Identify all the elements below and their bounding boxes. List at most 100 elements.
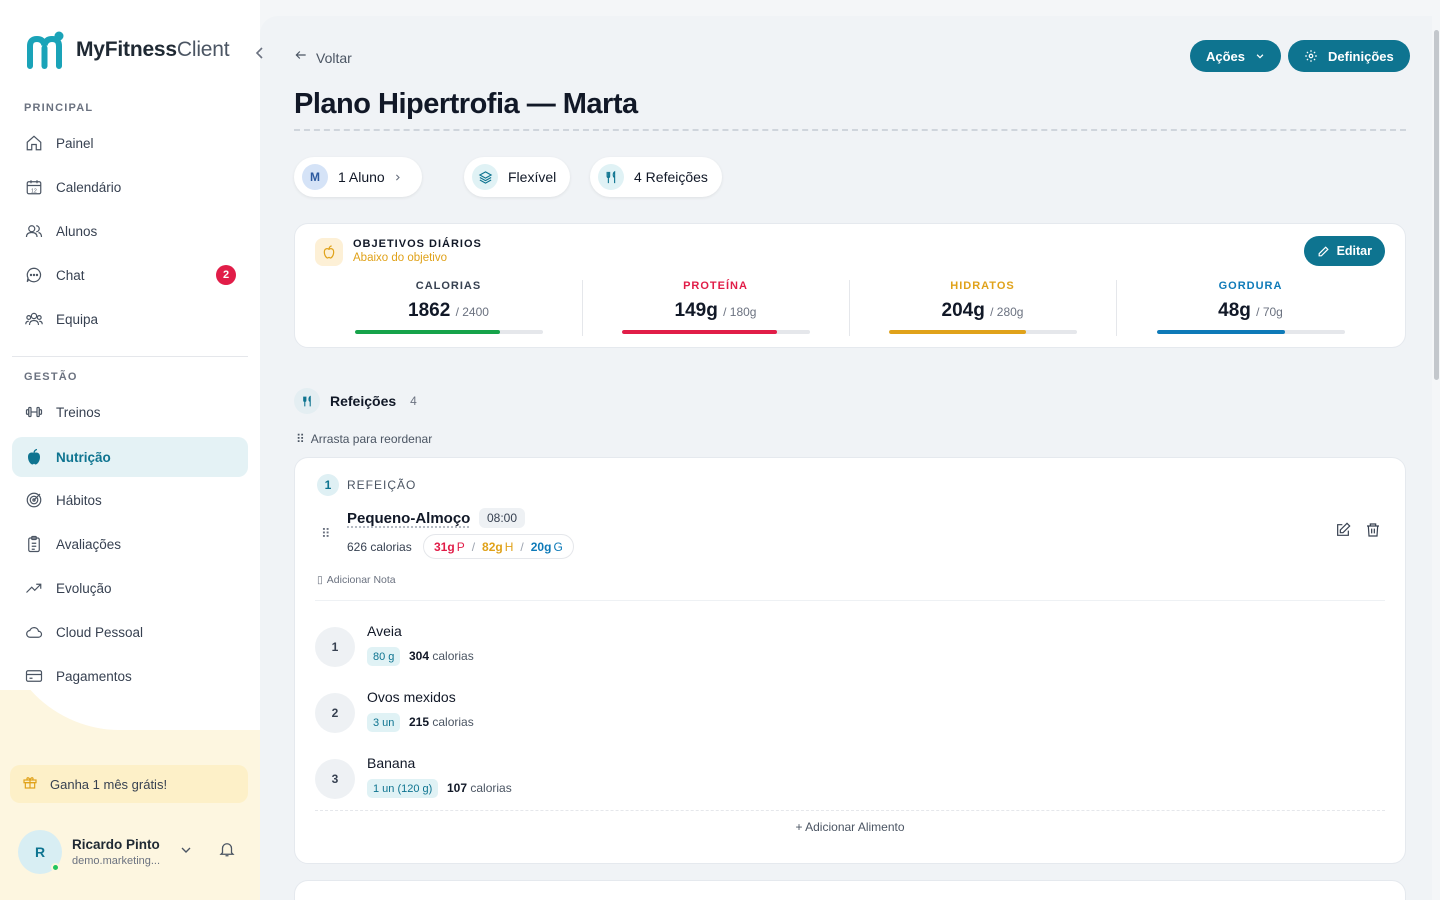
sidebar-item-treinos[interactable]: Treinos bbox=[12, 392, 248, 432]
progress-fill bbox=[888, 330, 1026, 334]
metric-target: / 70g bbox=[1256, 305, 1283, 319]
settings-button[interactable]: Definições bbox=[1288, 40, 1410, 72]
back-label: Voltar bbox=[316, 49, 352, 66]
sidebar-item-cloud[interactable]: Cloud Pessoal bbox=[12, 612, 248, 652]
metric-name: HIDRATOS bbox=[950, 280, 1015, 292]
scrollbar[interactable] bbox=[1432, 16, 1440, 900]
macro-protein: 31g bbox=[434, 539, 455, 554]
drag-hint: ⠿ Arrasta para reordenar bbox=[296, 432, 432, 446]
logo-icon bbox=[26, 30, 70, 70]
chevron-down-icon bbox=[1255, 49, 1265, 64]
next-meal-card bbox=[294, 880, 1406, 900]
food-kcal-unit: calorias bbox=[470, 781, 512, 795]
sidebar-item-label: Hábitos bbox=[56, 492, 102, 508]
sidebar-item-evolucao[interactable]: Evolução bbox=[12, 568, 248, 608]
sidebar-item-alunos[interactable]: Alunos bbox=[12, 211, 248, 251]
macro-fat-unit: G bbox=[553, 539, 563, 554]
sidebar-item-pagamentos[interactable]: Pagamentos bbox=[12, 656, 248, 696]
chevron-down-icon[interactable] bbox=[178, 842, 194, 863]
user-name: Ricardo Pinto bbox=[72, 837, 160, 852]
food-kcal-value: 304 bbox=[409, 649, 430, 663]
meal-actions bbox=[1335, 522, 1381, 543]
food-kcal-value: 107 bbox=[447, 781, 468, 795]
sidebar-item-avaliacoes[interactable]: Avaliações bbox=[12, 524, 248, 564]
sidebar: MyFitnessClient PRINCIPAL Painel 12 Cale… bbox=[0, 0, 260, 900]
sidebar-item-label: Chat bbox=[56, 267, 85, 283]
users-icon bbox=[24, 221, 44, 241]
target-icon bbox=[24, 490, 44, 510]
avatar-initial: R bbox=[34, 844, 46, 860]
objectives-title: OBJETIVOS DIÁRIOS bbox=[353, 238, 482, 250]
note-icon: ▯ bbox=[317, 574, 323, 586]
meals-section-title: Refeições bbox=[330, 393, 397, 409]
sidebar-item-painel[interactable]: Painel bbox=[12, 123, 248, 163]
objectives-header: OBJETIVOS DIÁRIOS Abaixo do objetivo bbox=[315, 238, 482, 266]
user-info: Ricardo Pinto demo.marketing... bbox=[72, 837, 160, 867]
food-quantity: 80 g bbox=[367, 647, 401, 666]
food-number: 3 bbox=[315, 759, 355, 799]
settings-label: Definições bbox=[1328, 48, 1394, 64]
sidebar-item-nutricao[interactable]: Nutrição bbox=[12, 437, 248, 477]
sidebar-divider bbox=[12, 356, 248, 357]
arrow-left-icon bbox=[294, 48, 308, 67]
bell-icon[interactable] bbox=[218, 840, 236, 863]
food-item[interactable]: 2 Ovos mexidos 3 un 215 calorias bbox=[315, 689, 1385, 739]
home-icon bbox=[24, 133, 44, 153]
macro-carbs: 82g bbox=[482, 539, 503, 554]
metric-name: GORDURA bbox=[1218, 280, 1283, 292]
sidebar-item-equipa[interactable]: Equipa bbox=[12, 299, 248, 339]
metric-current: 204g bbox=[941, 300, 985, 321]
metric-fat: GORDURA 48g / 70g bbox=[1117, 280, 1384, 334]
drag-handle-icon: ⠿ bbox=[296, 432, 305, 446]
pencil-icon bbox=[1317, 245, 1330, 258]
add-note-link[interactable]: ▯ Adicionar Nota bbox=[317, 574, 396, 586]
progress-fill bbox=[1156, 330, 1286, 334]
section-label-principal: PRINCIPAL bbox=[24, 102, 94, 114]
sidebar-item-calendario[interactable]: 12 Calendário bbox=[12, 167, 248, 207]
promo-banner[interactable]: Ganha 1 mês grátis! bbox=[10, 765, 248, 803]
trend-icon bbox=[24, 578, 44, 598]
food-kcal-value: 215 bbox=[409, 715, 430, 729]
avatar: R bbox=[18, 830, 62, 874]
students-pill[interactable]: M 1 Aluno bbox=[294, 157, 422, 197]
meal-name[interactable]: Pequeno-Almoço bbox=[347, 510, 470, 527]
plan-type-pill[interactable]: Flexível bbox=[464, 157, 571, 197]
page-title[interactable]: Plano Hipertrofia — Marta bbox=[294, 88, 638, 121]
drag-handle-icon[interactable]: ⠿ bbox=[321, 526, 331, 542]
food-kcal-unit: calorias bbox=[432, 715, 474, 729]
user-profile[interactable]: R Ricardo Pinto demo.marketing... bbox=[10, 824, 248, 880]
apple-icon bbox=[24, 447, 44, 467]
sidebar-item-label: Nutrição bbox=[56, 449, 111, 465]
scrollbar-thumb[interactable] bbox=[1434, 30, 1439, 380]
meal-card: 1 REFEIÇÃO ⠿ Pequeno-Almoço 08:00 626 ca… bbox=[294, 457, 1406, 864]
macro-summary: 31g P / 82g H / 20g G bbox=[423, 534, 574, 559]
food-item[interactable]: 1 Aveia 80 g 304 calorias bbox=[315, 623, 1385, 673]
collapse-sidebar-button[interactable] bbox=[251, 42, 269, 64]
cloud-icon bbox=[24, 622, 44, 642]
gear-icon bbox=[1304, 49, 1318, 63]
sidebar-item-label: Treinos bbox=[56, 404, 101, 420]
meal-number: 1 bbox=[317, 474, 339, 496]
objectives-status: Abaixo do objetivo bbox=[353, 252, 447, 264]
app-logo[interactable]: MyFitnessClient bbox=[26, 30, 230, 70]
sidebar-item-label: Pagamentos bbox=[56, 668, 132, 684]
sidebar-item-chat[interactable]: Chat 2 bbox=[12, 255, 248, 295]
sidebar-item-label: Alunos bbox=[56, 223, 98, 239]
sidebar-item-habitos[interactable]: Hábitos bbox=[12, 480, 248, 520]
meals-section-header: Refeições 4 bbox=[294, 388, 417, 414]
meal-time[interactable]: 08:00 bbox=[479, 508, 526, 528]
section-label-gestao: GESTÃO bbox=[24, 371, 78, 383]
add-food-button[interactable]: + Adicionar Alimento bbox=[295, 820, 1405, 834]
chevron-left-icon bbox=[255, 47, 263, 59]
food-calories: 215 calorias bbox=[409, 715, 474, 729]
actions-button[interactable]: Ações bbox=[1190, 40, 1282, 72]
trash-icon[interactable] bbox=[1365, 522, 1381, 543]
meals-count-pill[interactable]: 4 Refeições bbox=[590, 157, 722, 197]
edit-icon[interactable] bbox=[1335, 522, 1351, 543]
edit-objectives-button[interactable]: Editar bbox=[1303, 236, 1385, 266]
card-icon bbox=[24, 666, 44, 686]
food-item[interactable]: 3 Banana 1 un (120 g) 107 calorias bbox=[315, 755, 1385, 805]
gift-icon bbox=[22, 774, 38, 794]
back-link[interactable]: Voltar bbox=[294, 48, 352, 67]
metric-name: CALORIAS bbox=[415, 280, 482, 292]
